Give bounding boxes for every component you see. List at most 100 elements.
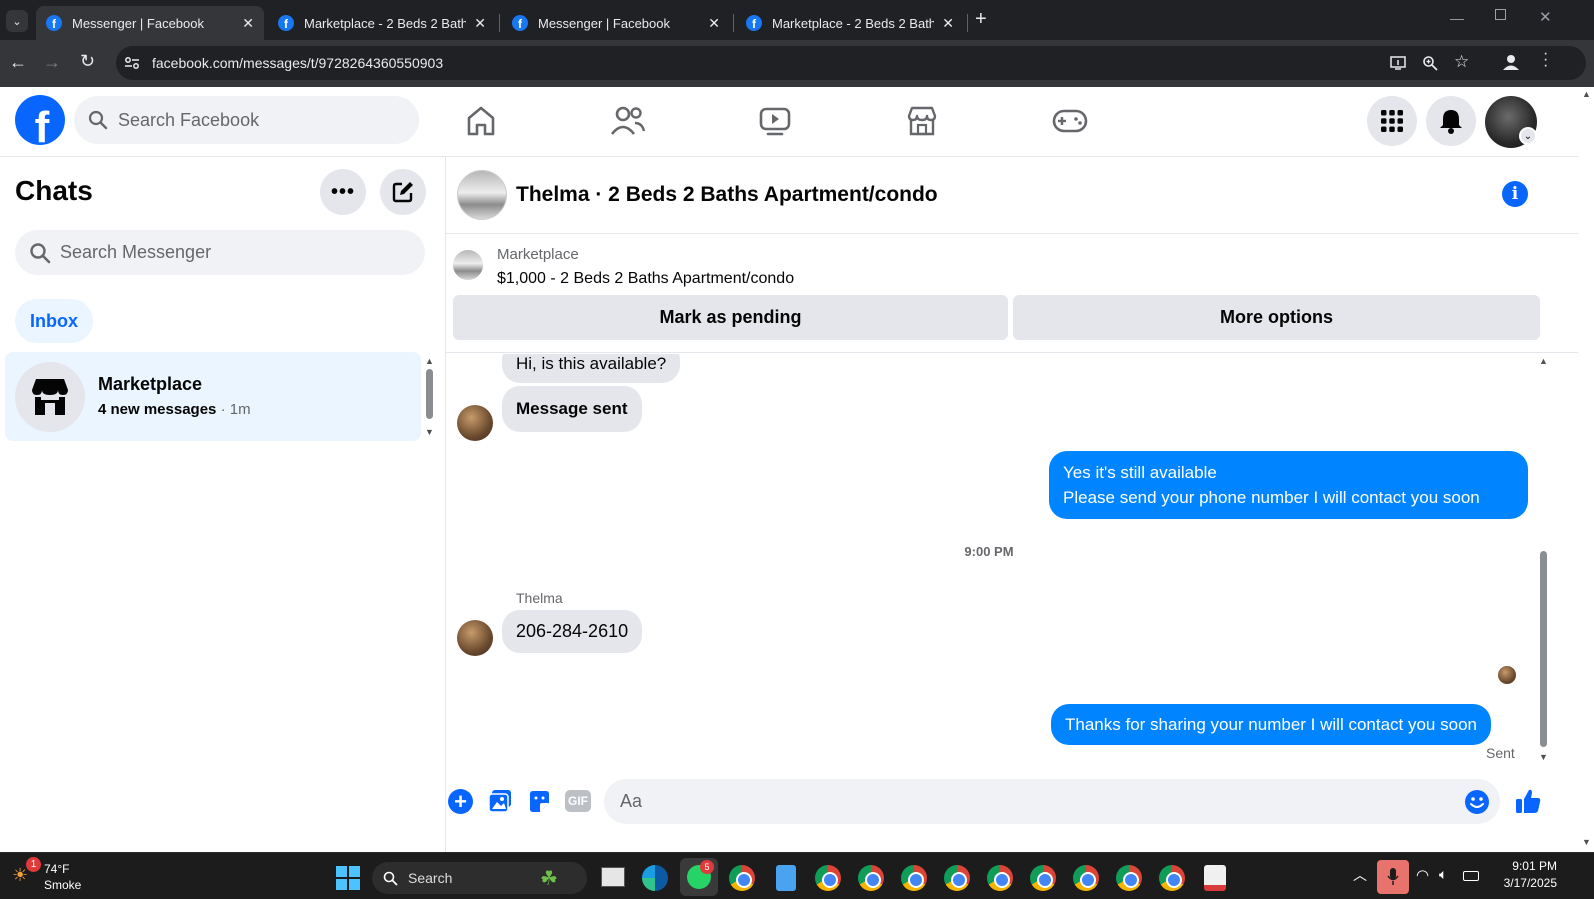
url-text: facebook.com/messages/t/9728264360550903 — [152, 55, 444, 71]
minimize-icon[interactable]: — — [1450, 10, 1464, 26]
battery-icon[interactable] — [1463, 871, 1479, 881]
notepad-icon[interactable] — [776, 865, 796, 891]
listing-title[interactable]: $1,000 - 2 Beds 2 Baths Apartment/condo — [497, 270, 794, 288]
site-info-icon[interactable] — [124, 56, 140, 70]
snipping-tool-icon[interactable] — [1204, 865, 1226, 891]
profile-icon[interactable] — [1502, 53, 1520, 71]
chrome-icon[interactable] — [901, 865, 927, 891]
whatsapp-taskbar-button[interactable]: 5 — [680, 858, 718, 896]
clock-date: 3/17/2025 — [1503, 876, 1557, 890]
facebook-favicon-icon: f — [278, 15, 294, 31]
outgoing-message[interactable]: Yes it's still available Please send you… — [1049, 451, 1528, 519]
chrome-icon[interactable] — [987, 865, 1013, 891]
gif-icon[interactable]: GIF — [565, 790, 591, 812]
reload-icon[interactable]: ↻ — [80, 51, 95, 72]
browser-tab[interactable]: f Marketplace - 2 Beds 2 Baths Ap ✕ — [268, 6, 496, 40]
microphone-icon[interactable] — [1377, 860, 1409, 894]
scroll-down-icon[interactable]: ▼ — [1582, 837, 1591, 847]
incoming-message[interactable]: Message sent — [502, 386, 642, 432]
chrome-icon[interactable] — [944, 865, 970, 891]
scroll-down-icon[interactable]: ▼ — [1539, 752, 1548, 762]
chrome-icon[interactable] — [1030, 865, 1056, 891]
search-messenger-input[interactable]: Search Messenger — [15, 230, 425, 275]
sender-avatar[interactable] — [457, 405, 493, 441]
scroll-up-icon[interactable]: ▲ — [425, 356, 434, 366]
wifi-icon[interactable]: ◠ — [1416, 866, 1429, 884]
browser-tab[interactable]: f Messenger | Facebook ✕ — [502, 6, 730, 40]
scroll-down-icon[interactable]: ▼ — [425, 427, 434, 437]
listing-avatar[interactable] — [457, 170, 507, 220]
incoming-message[interactable]: Hi, is this available? — [502, 354, 681, 383]
sticker-icon[interactable] — [527, 789, 552, 814]
chrome-icon[interactable] — [1073, 865, 1099, 891]
close-tab-icon[interactable]: ✕ — [474, 15, 486, 32]
install-app-icon[interactable] — [1390, 55, 1406, 71]
incoming-message[interactable]: 206-284-2610 — [502, 610, 643, 653]
chrome-icon[interactable] — [1159, 865, 1185, 891]
more-options-button[interactable]: More options — [1013, 295, 1540, 340]
page-scrollbar[interactable]: ▲ ▼ — [1578, 87, 1594, 852]
chrome-icon[interactable] — [729, 865, 755, 891]
chats-options-button[interactable]: ••• — [320, 169, 366, 215]
home-icon[interactable] — [464, 104, 498, 138]
more-actions-plus-icon[interactable]: + — [448, 789, 473, 814]
close-tab-icon[interactable]: ✕ — [242, 15, 254, 32]
url-field[interactable]: facebook.com/messages/t/9728264360550903… — [116, 46, 1586, 80]
thread-list-scrollbar-thumb[interactable] — [426, 369, 433, 419]
chevron-down-icon[interactable]: ⌄ — [1519, 127, 1537, 145]
scroll-up-icon[interactable]: ▲ — [1539, 356, 1548, 366]
listing-thumbnail[interactable] — [453, 250, 483, 280]
back-icon[interactable]: ← — [9, 52, 27, 73]
thread-list-item[interactable]: Marketplace 4 new messages · 1m — [5, 352, 421, 441]
outgoing-message[interactable]: Thanks for sharing your number I will co… — [1051, 704, 1491, 745]
watch-icon[interactable] — [758, 105, 792, 137]
search-facebook-input[interactable]: Search Facebook — [74, 96, 419, 144]
attach-media-icon[interactable] — [487, 788, 513, 814]
new-tab-icon[interactable]: + — [975, 8, 987, 31]
inbox-filter-tab[interactable]: Inbox — [15, 299, 93, 343]
windows-start-icon[interactable] — [336, 866, 360, 890]
close-tab-icon[interactable]: ✕ — [708, 15, 720, 32]
marketplace-icon[interactable] — [905, 104, 939, 138]
facebook-favicon-icon: f — [46, 15, 62, 31]
mark-as-pending-button[interactable]: Mark as pending — [453, 295, 1008, 340]
close-window-icon[interactable]: ✕ — [1539, 8, 1552, 26]
show-hidden-icons-icon[interactable]: ︿ — [1353, 865, 1367, 885]
message-input[interactable]: Aa — [604, 779, 1500, 824]
conversation-panel: Thelma · 2 Beds 2 Baths Apartment/condo … — [446, 157, 1578, 852]
scroll-up-icon[interactable]: ▲ — [1582, 89, 1591, 99]
tab-search-button[interactable]: ⌄ — [6, 10, 28, 32]
whatsapp-badge: 5 — [700, 860, 714, 874]
facebook-logo[interactable]: f — [15, 95, 65, 145]
friends-icon[interactable] — [610, 104, 646, 138]
message-list-scrollbar-thumb[interactable] — [1540, 551, 1547, 747]
conversation-info-icon[interactable]: i — [1502, 181, 1528, 207]
gaming-icon[interactable] — [1052, 106, 1088, 136]
chrome-icon[interactable] — [1116, 865, 1142, 891]
sender-avatar[interactable] — [457, 620, 493, 656]
emoji-icon[interactable] — [1464, 789, 1490, 815]
conversation-title[interactable]: Thelma · 2 Beds 2 Baths Apartment/condo — [516, 183, 938, 207]
chrome-icon[interactable] — [815, 865, 841, 891]
notifications-button[interactable] — [1426, 96, 1476, 146]
menu-button[interactable] — [1367, 96, 1417, 146]
like-thumbs-up-icon[interactable] — [1514, 787, 1542, 815]
restore-icon[interactable] — [1495, 9, 1506, 20]
forward-icon[interactable]: → — [43, 52, 61, 73]
bell-icon — [1440, 110, 1462, 134]
taskbar-search-box[interactable]: Search ☘ — [372, 862, 587, 894]
browser-menu-icon[interactable]: · · · — [1543, 46, 1548, 74]
tab-divider — [733, 14, 734, 32]
browser-tab[interactable]: f Marketplace - 2 Beds 2 Baths Ap ✕ — [736, 6, 964, 40]
zoom-icon[interactable] — [1422, 55, 1438, 71]
edge-icon[interactable] — [642, 865, 668, 891]
task-view-icon[interactable] — [601, 867, 625, 887]
volume-icon[interactable]: 🔈︎ — [1439, 866, 1447, 883]
message-composer: + GIF Aa — [446, 777, 1578, 832]
chrome-icon[interactable] — [858, 865, 884, 891]
browser-tab[interactable]: f Messenger | Facebook ✕ — [36, 6, 264, 40]
bookmark-star-icon[interactable]: ☆ — [1454, 52, 1469, 72]
new-message-button[interactable] — [380, 169, 426, 215]
taskbar-clock[interactable]: 9:01 PM 3/17/2025 — [1495, 859, 1557, 890]
close-tab-icon[interactable]: ✕ — [942, 15, 954, 32]
